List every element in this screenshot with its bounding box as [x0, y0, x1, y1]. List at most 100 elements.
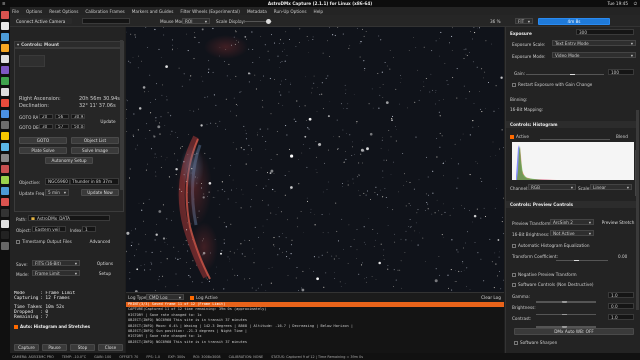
menu-item[interactable]: Help [314, 9, 324, 14]
auto-histogram-row[interactable]: Auto: Histogram and Stretches [14, 324, 124, 329]
save-options-button[interactable]: Options [94, 260, 116, 266]
dock-app-icon[interactable] [1, 66, 9, 74]
menu-item[interactable]: Markers and Guides [132, 9, 174, 14]
dock-app-icon[interactable] [1, 121, 9, 129]
update-now-button[interactable]: Update Now [81, 189, 119, 196]
device-field[interactable] [82, 18, 130, 24]
dock-app-icon[interactable] [1, 143, 9, 151]
stop-button[interactable]: Stop [70, 344, 95, 351]
close-button[interactable]: Close [98, 344, 123, 351]
timestamp-checkbox[interactable] [16, 239, 20, 244]
index-field[interactable]: 1 [82, 226, 96, 232]
log-type-select[interactable]: CMD Log ▾ [146, 294, 184, 300]
goto-ra-seconds[interactable]: 30.93 [71, 114, 85, 119]
dock-app-icon[interactable] [1, 187, 9, 195]
path-field[interactable]: ■ AstroDMx_DATA [28, 215, 110, 221]
scale-select[interactable]: Linear ▾ [590, 184, 632, 190]
negative-preview-checkbox[interactable] [512, 272, 516, 277]
object-field[interactable]: Eastern veil [32, 226, 66, 232]
activities-label[interactable]: ≡ [2, 1, 6, 6]
objective-field[interactable]: NGC6960 | Thunder in 8h 37m [45, 178, 119, 185]
power-icon[interactable]: ⏻ [634, 1, 637, 6]
save-format-select[interactable]: FITS (16-Bit) ▾ [32, 260, 80, 266]
dock-app-icon[interactable] [1, 209, 9, 217]
dock-app-icon[interactable] [1, 231, 9, 239]
capture-setup-button[interactable]: Setup [94, 270, 116, 276]
menu-item[interactable]: Options [26, 9, 42, 14]
menu-item[interactable]: File [12, 9, 19, 14]
capture-button[interactable]: Capture [14, 344, 39, 351]
bit-brightness-select[interactable]: Not Active ▾ [550, 230, 594, 236]
menu-item[interactable]: Metadata [247, 9, 267, 14]
software-sharpen-row[interactable]: Software Sharpen [514, 340, 557, 345]
dock-app-icon[interactable] [1, 88, 9, 96]
exposure-progress-button[interactable]: 4m 8s [538, 18, 610, 25]
contrast-field[interactable]: 1.0 [608, 314, 634, 320]
preview-transform-select[interactable]: ArcSinh 2 ▾ [550, 219, 594, 225]
channel-select[interactable]: RGB ▾ [528, 184, 576, 190]
scale-display-slider[interactable] [238, 18, 272, 24]
fit-select[interactable]: FIT ▾ [515, 18, 533, 24]
gain-slider-knob[interactable] [570, 73, 575, 75]
dock-app-icon[interactable] [1, 154, 9, 162]
transform-coeff-knob[interactable] [574, 259, 579, 261]
gamma-knob[interactable] [562, 301, 567, 303]
object-list-button[interactable]: Object List [71, 137, 119, 144]
brightness-knob[interactable] [562, 313, 567, 315]
exposure-mode-select[interactable]: Video Mode ▾ [552, 52, 636, 58]
pause-button[interactable]: Pause [42, 344, 67, 351]
left-panel-scrollbar[interactable] [120, 40, 123, 190]
right-panel-scrollbar[interactable] [636, 110, 639, 310]
goto-dec-degrees[interactable]: 30 [39, 124, 53, 129]
software-controls-checkbox[interactable] [512, 282, 516, 287]
restart-exposure-checkbox[interactable] [512, 82, 516, 87]
image-viewport[interactable] [126, 27, 504, 292]
dock-app-icon[interactable] [1, 77, 9, 85]
goto-dec-seconds[interactable]: 50.04 [71, 124, 85, 129]
auto-wb-button[interactable]: DMx Auto WB: OFF [514, 328, 634, 335]
autonomy-setup-button[interactable]: Autonomy Setup [45, 157, 93, 164]
dock-app-icon[interactable] [1, 198, 9, 206]
log-active-checkbox[interactable] [190, 295, 194, 300]
auto-histogram-eq-checkbox[interactable] [512, 243, 516, 248]
dock-app-icon[interactable] [1, 55, 9, 63]
plate-solve-button[interactable]: Plate Solve [19, 147, 67, 154]
dock-app-icon[interactable] [1, 11, 9, 19]
goto-button[interactable]: GOTO [19, 137, 67, 144]
transform-coeff-slider[interactable] [556, 259, 608, 261]
gamma-field[interactable]: 1.0 [608, 292, 634, 298]
software-controls-row[interactable]: Software Controls (Non Destructive) [512, 282, 594, 287]
histogram-blend-slider[interactable] [540, 138, 610, 140]
software-sharpen-checkbox[interactable] [514, 340, 518, 345]
negative-preview-row[interactable]: Negative Preview Transform [512, 272, 577, 277]
mouse-mode-select[interactable]: ROI ▾ [182, 18, 210, 24]
gain-slider[interactable] [526, 73, 604, 75]
dock-app-icon[interactable] [1, 220, 9, 228]
exposure-field[interactable]: 300 [576, 29, 634, 35]
dock-app-icon[interactable] [1, 242, 9, 250]
goto-ra-minutes[interactable]: 56 [55, 114, 69, 119]
log-active-row[interactable]: Log Active [190, 295, 218, 300]
exposure-scale-select[interactable]: Text Entry Mode ▾ [552, 40, 636, 46]
dock-app-icon[interactable] [1, 165, 9, 173]
dock-app-icon[interactable] [1, 44, 9, 52]
restart-exposure-row[interactable]: Restart Exposure with Gain Change [512, 82, 592, 87]
auto-histogram-checkbox[interactable] [14, 324, 18, 329]
dock-app-icon[interactable] [1, 176, 9, 184]
brightness-slider[interactable] [536, 313, 596, 315]
clear-log-button[interactable]: Clear Log [480, 294, 502, 300]
dock-app-icon[interactable] [1, 132, 9, 140]
dock-app-icon[interactable] [1, 33, 9, 41]
menu-item[interactable]: Run-Up Options [274, 9, 307, 14]
timestamp-checkbox-row[interactable]: Timestamp Output Files [16, 239, 72, 244]
collapse-icon[interactable]: ▾ [17, 42, 19, 47]
dock-app-icon[interactable] [1, 110, 9, 118]
menu-item[interactable]: Calibration Frames [85, 9, 124, 14]
auto-histogram-eq-row[interactable]: Automatic Histogram Equalization [512, 243, 590, 248]
gain-field[interactable]: 100 [608, 69, 634, 75]
scale-display-knob[interactable] [266, 18, 271, 24]
solve-image-button[interactable]: Solve Image [71, 147, 119, 154]
brightness-field[interactable]: 0.0 [608, 303, 634, 309]
menu-item[interactable]: Filter Wheels (Experimental) [180, 9, 240, 14]
preview-stretch-button[interactable]: Preview Stretch [600, 219, 636, 225]
